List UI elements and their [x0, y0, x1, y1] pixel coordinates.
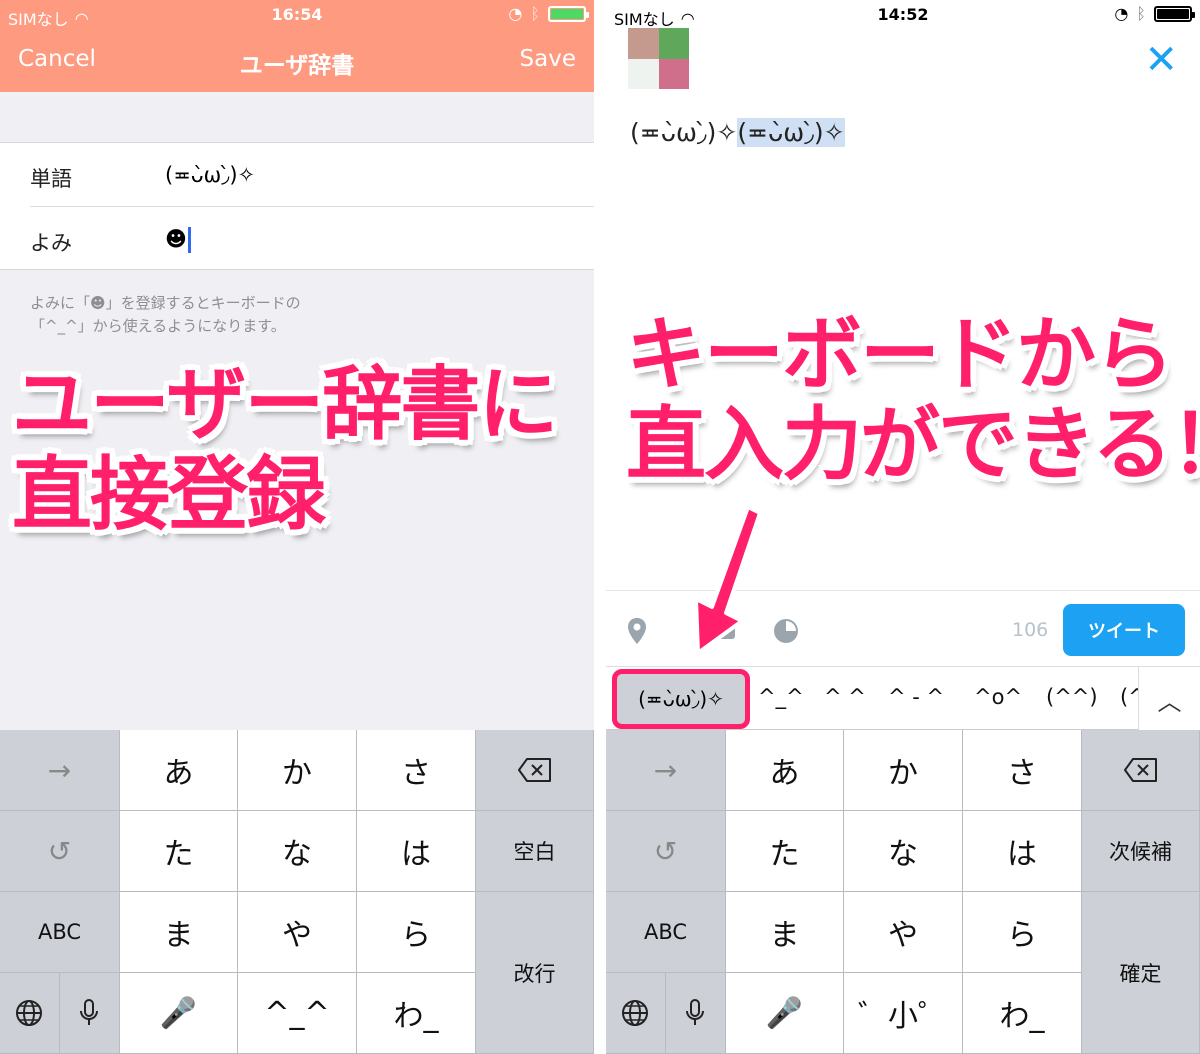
- delete-key[interactable]: [476, 730, 594, 811]
- key-2-1[interactable]: ま: [726, 892, 844, 973]
- poll-icon[interactable]: [772, 617, 800, 652]
- close-icon[interactable]: ✕: [1144, 40, 1178, 80]
- dictionary-form: 単語 (≖ᴗ̀ω◞̀)✧ よみ ☻: [0, 142, 594, 270]
- key-1-4[interactable]: 空白: [476, 811, 594, 892]
- japanese-keyboard: → あかさ ↺ たなは空白 ABC まやら改行 🎤 ^_^ わ_: [0, 730, 594, 1054]
- reading-row[interactable]: よみ ☻: [0, 207, 594, 271]
- key-3-2[interactable]: ゛小゜: [844, 973, 963, 1054]
- word-field[interactable]: (≖ᴗ̀ω◞̀)✧: [165, 163, 255, 187]
- tweet-button[interactable]: ツイート: [1063, 604, 1185, 656]
- annotation-caption: ユーザー辞書に 直接登録: [12, 358, 558, 541]
- globe-icon[interactable]: [606, 973, 666, 1053]
- rotation-lock-icon: ◔: [1114, 4, 1129, 23]
- key-0-3[interactable]: さ: [963, 730, 1082, 811]
- annotation-caption: キーボードから 直入力ができる！: [626, 310, 1200, 489]
- status-bar: SIMなし ◠ 16:54 ◔ ᛒ: [0, 0, 594, 30]
- key-3-3[interactable]: わ_: [357, 973, 476, 1054]
- save-button[interactable]: Save: [520, 46, 576, 72]
- divider: [594, 0, 606, 1054]
- word-label: 単語: [30, 167, 72, 191]
- tweet-text-area[interactable]: (≖ᴗ̀ω◞̀)✧(≖ᴗ̀ω◞̀)✧: [630, 118, 845, 147]
- page-title: ユーザ辞書: [239, 53, 355, 79]
- key-1-2[interactable]: な: [844, 811, 963, 892]
- status-bar: SIMなし ◠ 14:52 ◔ ᛒ: [606, 0, 1200, 30]
- key-0-0[interactable]: →: [0, 730, 120, 811]
- key-2-3[interactable]: ら: [357, 892, 476, 973]
- character-counter: 106: [1012, 619, 1049, 641]
- japanese-keyboard: → あかさ ↺ たなは次候補 ABC まやら確定 🎤 ゛小゜ わ_: [606, 730, 1200, 1054]
- key-2-4[interactable]: 改行: [476, 892, 594, 1054]
- key-1-1[interactable]: た: [120, 811, 238, 892]
- key-2-2[interactable]: や: [238, 892, 357, 973]
- key-2-3[interactable]: ら: [963, 892, 1082, 973]
- hint-text: よみに「☻」を登録するとキーボードの 「^_^」から使えるようになります。: [30, 292, 570, 338]
- word-row[interactable]: 単語 (≖ᴗ̀ω◞̀)✧: [30, 143, 594, 207]
- key-2-4[interactable]: 確定: [1082, 892, 1200, 1054]
- key-1-4[interactable]: 次候補: [1082, 811, 1200, 892]
- key-1-3[interactable]: は: [357, 811, 476, 892]
- bluetooth-icon: ᛒ: [1136, 4, 1146, 23]
- candidate-item[interactable]: ^o^: [974, 685, 1022, 709]
- key-2-2[interactable]: や: [844, 892, 963, 973]
- globe-icon[interactable]: [0, 973, 60, 1053]
- key-3-1[interactable]: 🎤: [120, 973, 238, 1054]
- delete-key[interactable]: [1082, 730, 1200, 811]
- key-1-0[interactable]: ↺: [606, 811, 726, 892]
- delete-icon: [1123, 758, 1157, 782]
- key-1-3[interactable]: は: [963, 811, 1082, 892]
- key-0-2[interactable]: か: [238, 730, 357, 811]
- key-1-0[interactable]: ↺: [0, 811, 120, 892]
- status-time: 16:54: [271, 5, 323, 24]
- caption-line-2: 直入力ができる！: [626, 397, 1200, 491]
- key-0-0[interactable]: →: [606, 730, 726, 811]
- key-3-0[interactable]: [606, 973, 726, 1054]
- status-time: 14:52: [877, 5, 929, 24]
- rotation-lock-icon: ◔: [508, 4, 523, 23]
- reading-label: よみ: [30, 231, 72, 255]
- candidate-item[interactable]: ^_^: [758, 685, 804, 709]
- candidate-bar: (≖ᴗ̀ω◞̀)✧ ^_^ ^ ^ ^ - ^ ^o^ (^^) (^ ︿: [606, 666, 1200, 731]
- key-0-2[interactable]: か: [844, 730, 963, 811]
- key-2-1[interactable]: ま: [120, 892, 238, 973]
- key-3-3[interactable]: わ_: [963, 973, 1082, 1054]
- pointer-arrow-icon: [694, 505, 762, 655]
- reading-field[interactable]: ☻: [165, 227, 191, 253]
- hint-line-1: よみに「☻」を登録するとキーボードの: [30, 294, 301, 312]
- hint-line-2: 「^_^」から使えるようになります。: [30, 317, 286, 335]
- key-3-0[interactable]: [0, 973, 120, 1054]
- microphone-icon[interactable]: [666, 973, 726, 1053]
- avatar[interactable]: [628, 28, 689, 89]
- microphone-icon[interactable]: [60, 973, 120, 1053]
- key-1-2[interactable]: な: [238, 811, 357, 892]
- candidate-selected[interactable]: (≖ᴗ̀ω◞̀)✧: [612, 669, 750, 729]
- caption-line-1: ユーザー辞書に: [12, 358, 558, 451]
- bluetooth-icon: ᛒ: [530, 4, 540, 23]
- key-2-0[interactable]: ABC: [606, 892, 726, 973]
- battery-icon: [548, 5, 589, 22]
- reading-value: ☻: [165, 227, 187, 251]
- tweet-compose-screen: SIMなし ◠ 14:52 ◔ ᛒ ✕ (≖ᴗ̀ω◞̀)✧(≖ᴗ̀ω◞̀)✧ キーボ…: [606, 0, 1200, 1054]
- key-2-0[interactable]: ABC: [0, 892, 120, 973]
- key-3-2[interactable]: ^_^: [238, 973, 357, 1054]
- key-0-3[interactable]: さ: [357, 730, 476, 811]
- key-3-1[interactable]: 🎤: [726, 973, 844, 1054]
- location-pin-icon[interactable]: [626, 617, 648, 652]
- candidate-item[interactable]: (^^): [1046, 685, 1098, 709]
- user-dictionary-screen: SIMなし ◠ 16:54 ◔ ᛒ Cancel ユーザ辞書 Save 単語 (≖ᴗ…: [0, 0, 594, 1054]
- text-cursor: [187, 227, 191, 253]
- caption-line-1: キーボードから: [626, 308, 1174, 401]
- key-0-1[interactable]: あ: [726, 730, 844, 811]
- key-1-1[interactable]: た: [726, 811, 844, 892]
- key-0-1[interactable]: あ: [120, 730, 238, 811]
- caption-line-2: 直接登録: [12, 447, 326, 541]
- chevron-up-icon[interactable]: ︿: [1138, 667, 1200, 731]
- delete-icon: [517, 758, 551, 782]
- battery-icon: [1154, 5, 1195, 22]
- candidate-item[interactable]: ^ ^: [824, 685, 866, 709]
- selected-text: (≖ᴗ̀ω◞̀)✧: [737, 118, 845, 147]
- candidate-item[interactable]: ^ - ^: [888, 685, 944, 709]
- tweet-text: (≖ᴗ̀ω◞̀)✧: [630, 118, 738, 147]
